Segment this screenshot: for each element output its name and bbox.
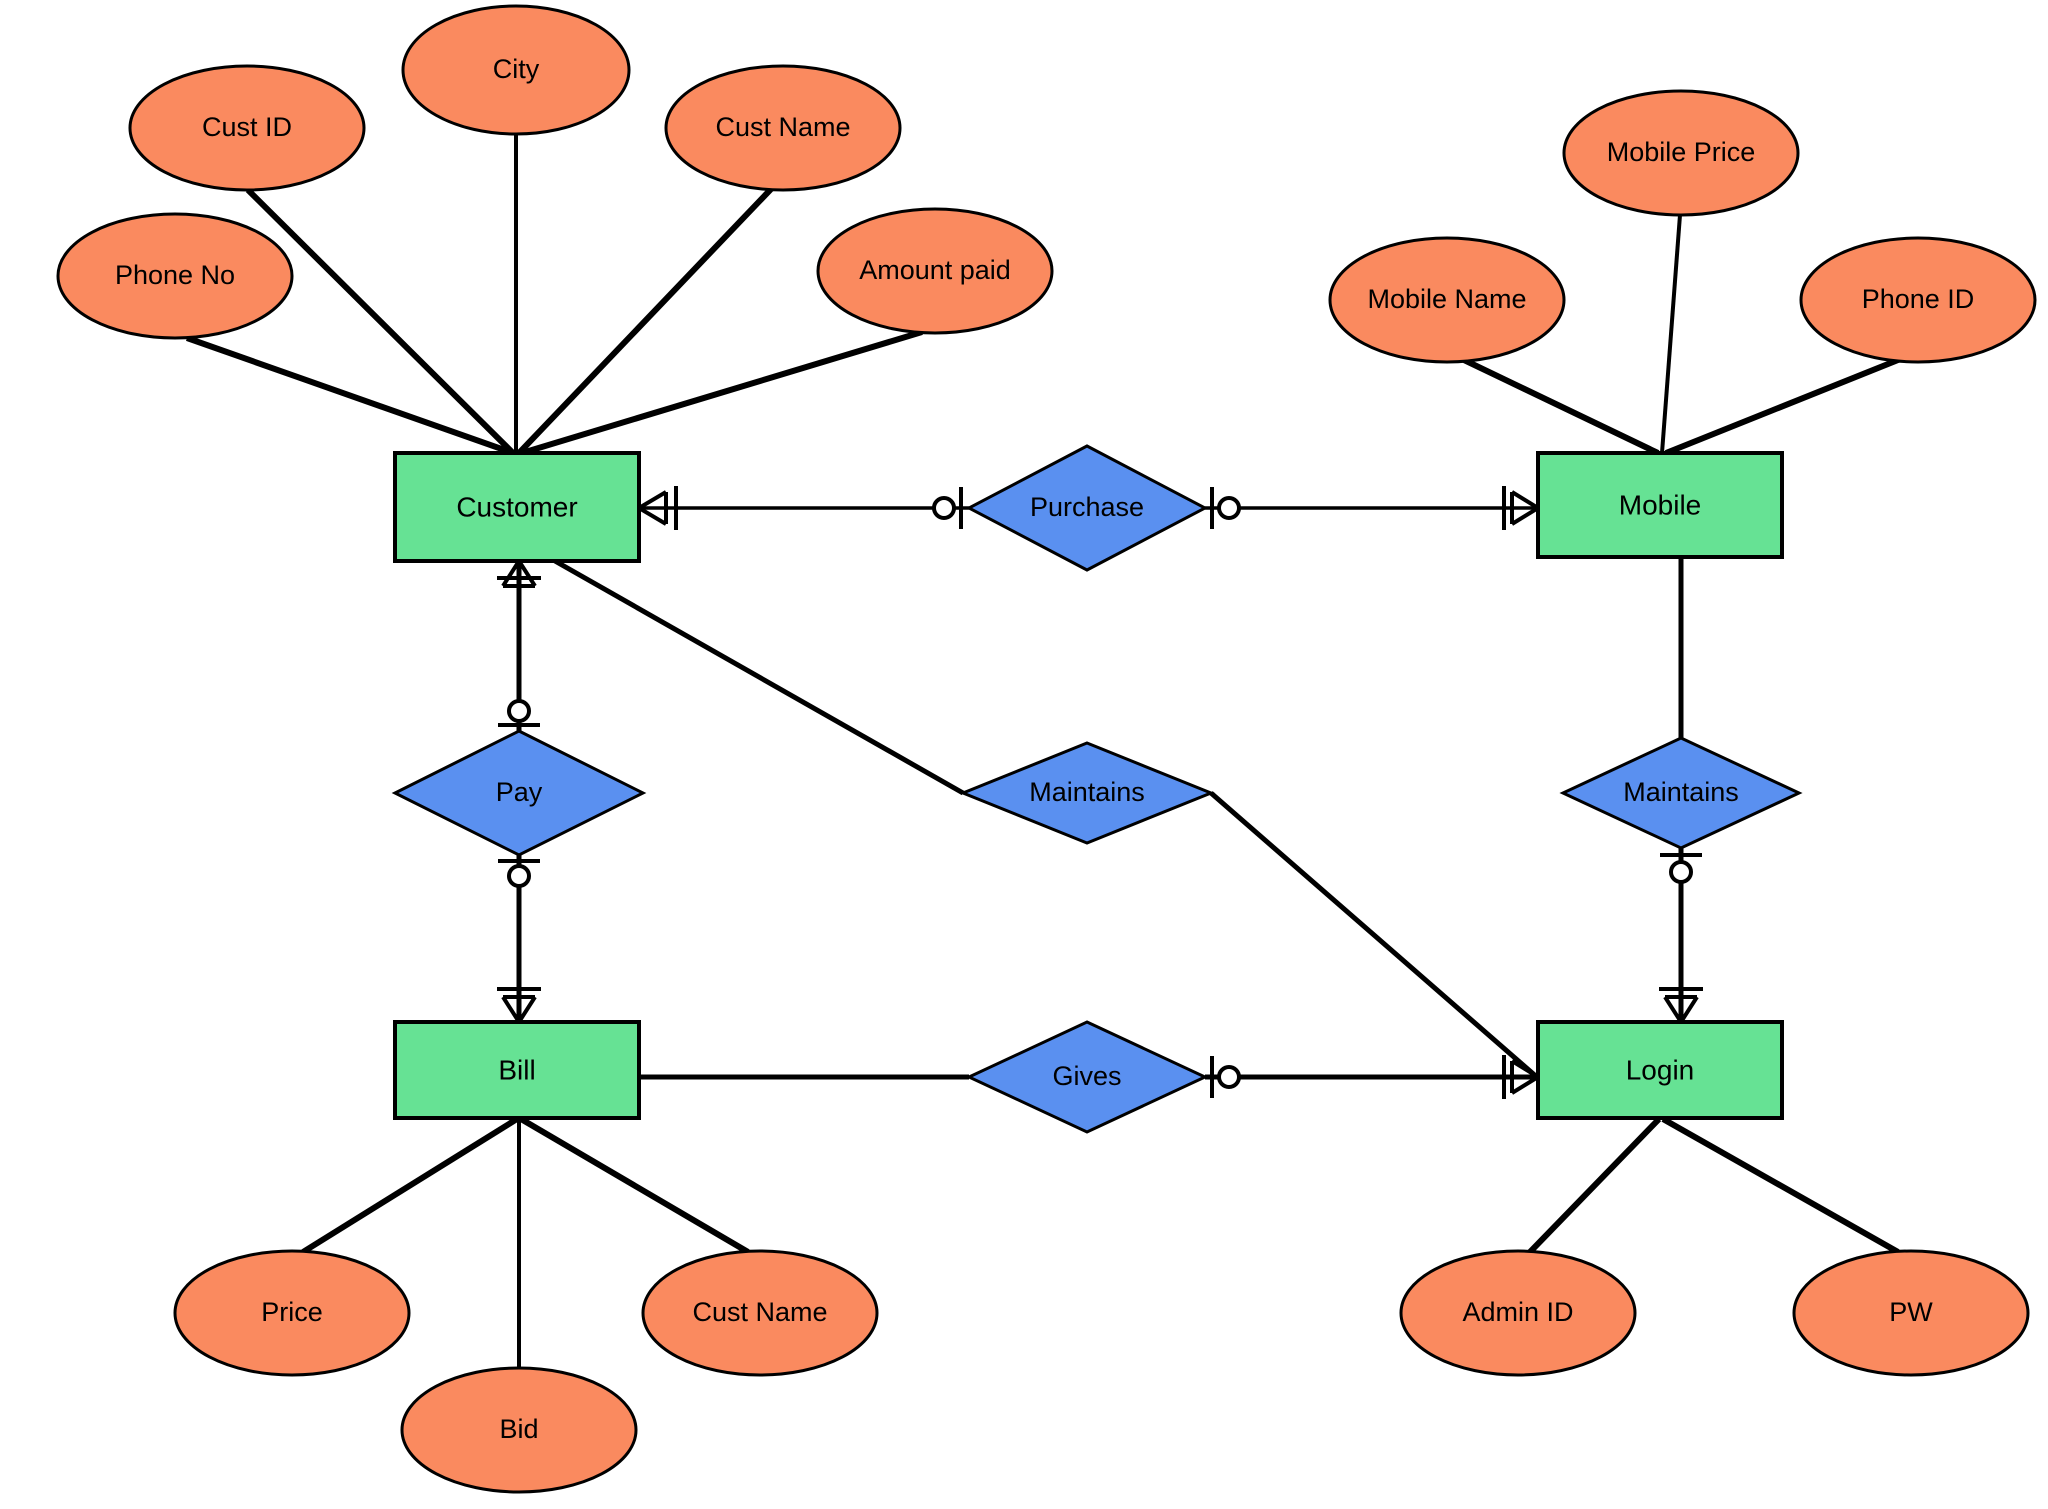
attribute-mobile-price[interactable]: Mobile Price [1562, 89, 1800, 217]
attribute-bid-label: Bid [499, 1414, 538, 1444]
relationship-pay-label: Pay [496, 777, 543, 807]
attribute-cust-name-bill[interactable]: Cust Name [641, 1249, 879, 1377]
entity-customer[interactable]: Customer [393, 451, 641, 563]
attribute-pw-label: PW [1889, 1297, 1933, 1327]
attribute-mobile-name-label: Mobile Name [1367, 284, 1526, 314]
cardinality-pay-bottom [498, 859, 540, 888]
entity-bill-label: Bill [498, 1054, 535, 1085]
relationship-maintains-right[interactable]: Maintains [1559, 736, 1803, 850]
entity-login-label: Login [1626, 1054, 1695, 1085]
zero-circle-icon-purchase-left [932, 496, 956, 520]
attribute-cust-name-customer[interactable]: Cust Name [664, 64, 902, 192]
link-mobile-price-mobile [1660, 214, 1682, 454]
relationship-pay[interactable]: Pay [391, 729, 647, 857]
attribute-amount-paid[interactable]: Amount paid [816, 207, 1054, 335]
link-phone-no-customer [186, 335, 514, 456]
link-cust-id-customer [245, 187, 516, 456]
attribute-phone-id[interactable]: Phone ID [1799, 236, 2037, 364]
relationship-gives[interactable]: Gives [965, 1020, 1209, 1134]
entity-customer-label: Customer [456, 491, 577, 522]
attribute-phone-no[interactable]: Phone No [56, 212, 294, 340]
entity-login[interactable]: Login [1536, 1020, 1784, 1120]
link-mobile-name-mobile [1462, 357, 1660, 456]
attribute-cust-id-label: Cust ID [202, 112, 292, 142]
attribute-cust-id[interactable]: Cust ID [128, 64, 366, 192]
entity-bill[interactable]: Bill [393, 1020, 641, 1120]
attribute-admin-id-label: Admin ID [1462, 1297, 1573, 1327]
attributes-layer: Cust ID City Cust Name Phone No Amount p… [56, 4, 2037, 1494]
attribute-bid[interactable]: Bid [400, 1366, 638, 1494]
link-amount-paid-customer [521, 329, 923, 456]
link-price-bill [301, 1116, 519, 1255]
line-maintains-left-login [1209, 791, 1540, 1080]
attribute-city[interactable]: City [401, 4, 631, 136]
cardinality-pay-top [498, 699, 540, 727]
attribute-cust-name-customer-label: Cust Name [715, 112, 850, 142]
attribute-admin-id[interactable]: Admin ID [1399, 1249, 1637, 1377]
zero-circle-icon-purchase-right [1217, 496, 1241, 520]
zero-circle-icon-maintains-right-bottom [1669, 860, 1693, 884]
attribute-phone-id-label: Phone ID [1862, 284, 1975, 314]
link-pw-login [1661, 1116, 1900, 1255]
attribute-amount-paid-label: Amount paid [859, 255, 1011, 285]
relationship-purchase[interactable]: Purchase [965, 444, 1209, 572]
link-phone-id-mobile [1664, 355, 1905, 456]
entity-mobile-label: Mobile [1619, 489, 1701, 520]
attribute-phone-no-label: Phone No [115, 260, 235, 290]
zero-circle-icon-gives-right [1217, 1065, 1241, 1089]
relationship-maintains-right-label: Maintains [1623, 777, 1739, 807]
line-customer-maintains-left [553, 558, 965, 796]
attribute-cust-name-bill-label: Cust Name [692, 1297, 827, 1327]
relationship-purchase-label: Purchase [1030, 492, 1144, 522]
login-attribute-links [1527, 1116, 1900, 1255]
link-admin-id-login [1527, 1116, 1662, 1255]
attribute-city-label: City [493, 54, 540, 84]
attribute-price[interactable]: Price [173, 1249, 411, 1377]
relationship-gives-label: Gives [1052, 1061, 1121, 1091]
relationship-maintains-left[interactable]: Maintains [958, 741, 1216, 845]
link-cust-name-bill [519, 1116, 750, 1255]
relationship-maintains-left-label: Maintains [1029, 777, 1145, 807]
attribute-pw[interactable]: PW [1792, 1249, 2030, 1377]
attribute-mobile-name[interactable]: Mobile Name [1328, 236, 1566, 364]
attribute-mobile-price-label: Mobile Price [1607, 137, 1756, 167]
attribute-price-label: Price [261, 1297, 323, 1327]
er-diagram-canvas: Customer Mobile Bill Login Purchase Pay … [0, 0, 2048, 1509]
zero-circle-icon-pay-top [507, 699, 531, 723]
zero-circle-icon-pay-bottom [507, 864, 531, 888]
entity-mobile[interactable]: Mobile [1536, 451, 1784, 559]
